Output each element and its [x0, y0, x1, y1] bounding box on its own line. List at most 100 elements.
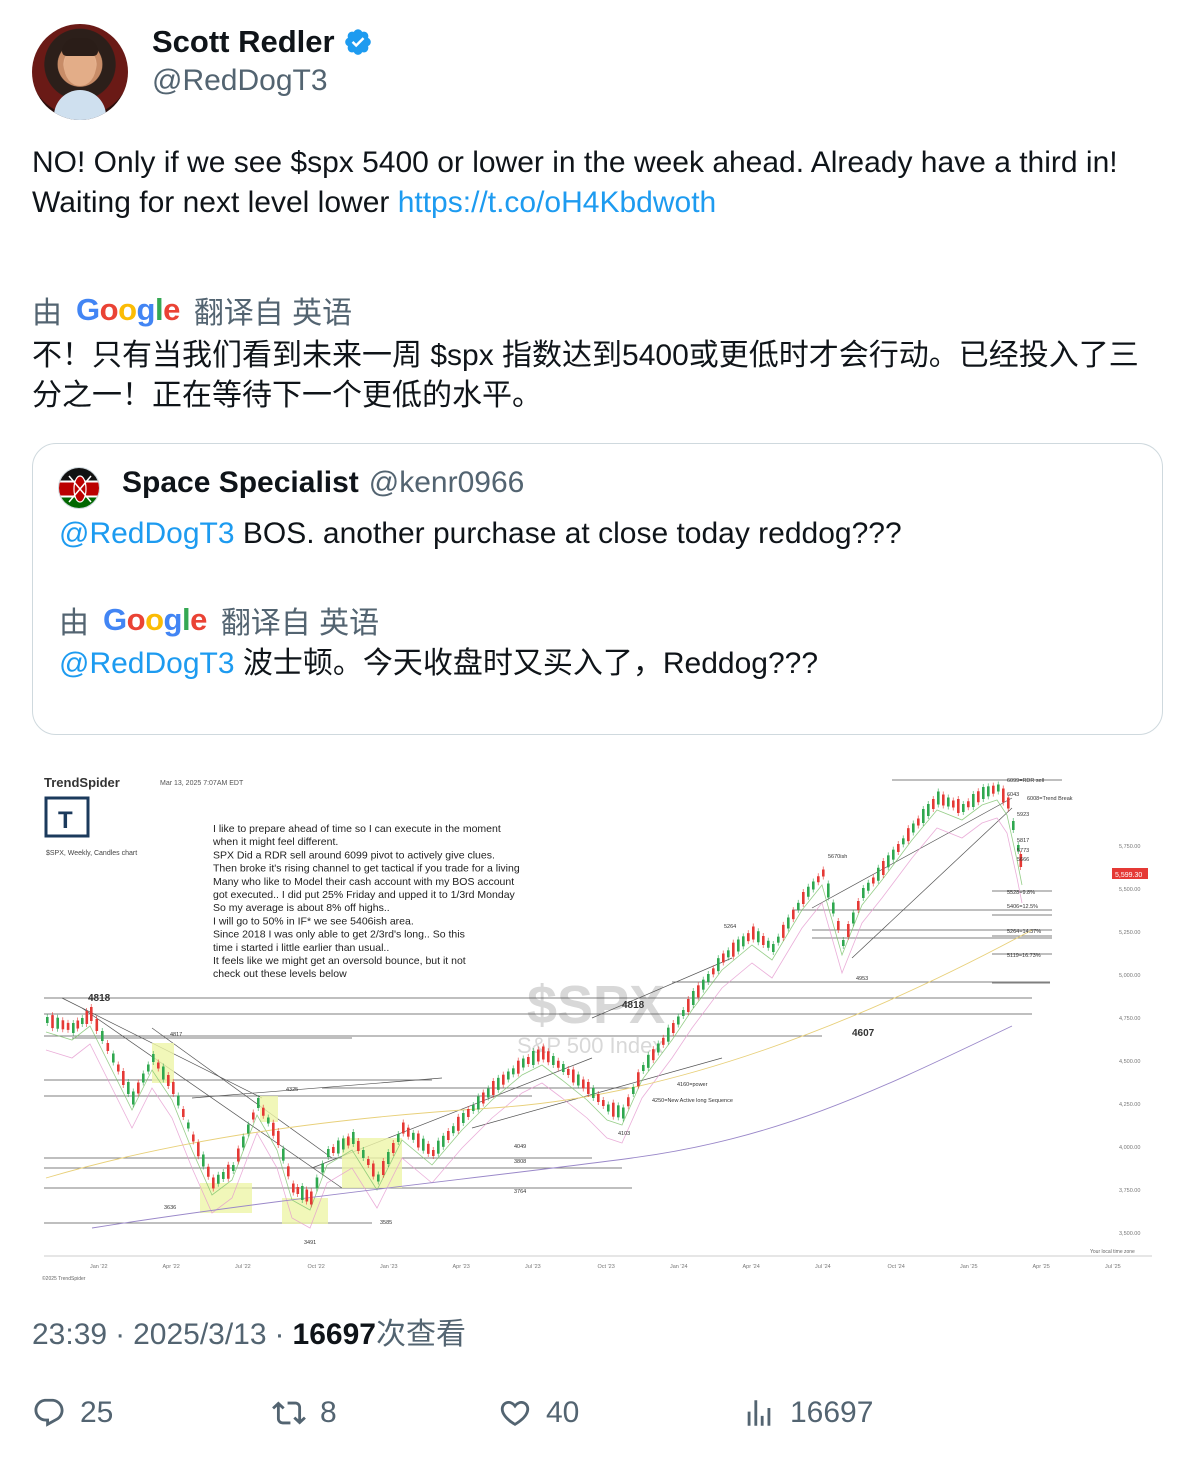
chart-candle — [577, 1074, 580, 1086]
chart-candle — [382, 1161, 385, 1175]
chart-level-label: 3808 — [514, 1159, 526, 1165]
author-avatar[interactable] — [32, 24, 128, 120]
quoted-author-name[interactable]: Space Specialist — [122, 466, 359, 500]
author-handle[interactable]: @RedDogT3 — [152, 64, 328, 98]
quoted-author-row: Space Specialist @kenr0966 — [122, 466, 524, 500]
chart-candle — [707, 974, 710, 982]
chart-level-label: 5666 — [1017, 857, 1029, 863]
chart-x-tick: Oct '24 — [888, 1264, 905, 1270]
chart-level-label: 3491 — [304, 1240, 316, 1246]
chart-candle — [347, 1136, 350, 1146]
chart-candle — [327, 1149, 330, 1157]
chart-candle — [242, 1136, 245, 1148]
chart-candle — [447, 1131, 450, 1140]
quoted-mention-link[interactable]: @RedDogT3 — [59, 517, 235, 550]
tweet-time[interactable]: 23:39 — [32, 1318, 107, 1352]
tweet-media-chart-image[interactable]: TrendSpider Mar 13, 2025 7:07AM EDT T $S… — [32, 758, 1163, 1288]
chart-x-tick: Jan '25 — [960, 1264, 978, 1270]
translate-by-label: 由 — [32, 297, 62, 330]
quoted-author-avatar[interactable] — [58, 467, 100, 509]
chart-candle — [487, 1088, 490, 1098]
chart-candle — [747, 933, 750, 942]
chart-candle — [66, 1022, 70, 1030]
chart-candle — [452, 1126, 455, 1134]
quoted-translated-mention[interactable]: @RedDogT3 — [59, 647, 235, 680]
chart-candle — [337, 1140, 340, 1154]
chart-candle — [321, 1163, 324, 1173]
chart-note-line: check out these levels below — [213, 968, 347, 980]
chart-level-label: 4103 — [618, 1131, 630, 1137]
chart-candle — [72, 1023, 75, 1033]
repost-count: 8 — [320, 1396, 337, 1429]
chart-candle — [46, 1017, 49, 1023]
chart-level-label: 5264=14.37% — [1007, 929, 1041, 935]
tweet-link[interactable]: https://t.co/oH4Kbdwoth — [398, 186, 717, 219]
chart-candle — [997, 784, 1000, 792]
chart-candle — [101, 1031, 104, 1041]
quoted-author-handle[interactable]: @kenr0966 — [369, 466, 525, 500]
chart-candle — [222, 1172, 225, 1179]
chart-candle — [822, 869, 825, 877]
chart-price-tag: 5,599.30 — [1115, 872, 1142, 879]
chart-candle — [667, 1027, 670, 1042]
tweet-views-count: 16697 — [292, 1318, 376, 1351]
chart-candle — [942, 794, 945, 806]
tweet-views-label: 次查看 — [375, 1318, 466, 1351]
chart-highlight-box — [282, 1198, 328, 1224]
tweet-text: NO! Only if we see $spx 5400 or lower in… — [32, 143, 1162, 223]
chart-level-label: 5923 — [1017, 812, 1029, 818]
chart-candle — [622, 1107, 625, 1119]
chart-candle — [202, 1154, 205, 1167]
quoted-translate-by-label: 由 — [59, 607, 89, 640]
author-name[interactable]: Scott Redler — [152, 24, 335, 60]
quoted-text-body: BOS. another purchase at close today red… — [234, 517, 902, 550]
chart-subtitle: $SPX, Weekly, Candles chart — [46, 850, 137, 857]
chart-candle — [592, 1088, 595, 1098]
chart-candle — [402, 1122, 405, 1134]
chart-level-label: 4953 — [856, 976, 868, 982]
chart-candle — [802, 892, 805, 904]
chart-candle — [817, 876, 820, 883]
chart-candle — [962, 804, 965, 812]
chart-candle — [632, 1087, 635, 1094]
chart-candle — [177, 1095, 180, 1106]
chart-candle — [296, 1187, 300, 1194]
quoted-translation-attribution: 由 Google 翻译自 英语 — [59, 598, 379, 642]
chart-candle — [587, 1082, 590, 1094]
chart-candle — [432, 1150, 435, 1156]
quoted-translate-from-label: 翻译自 英语 — [220, 607, 380, 640]
reply-button[interactable]: 25 — [32, 1396, 113, 1430]
chart-level-label: 6008=Trend Break — [1027, 796, 1073, 802]
chart-candle — [512, 1068, 515, 1075]
chart-candle — [617, 1105, 620, 1118]
chart-candle — [167, 1075, 170, 1086]
chart-y-tick: 5,000.00 — [1119, 973, 1140, 979]
chart-candle — [397, 1134, 400, 1142]
chart-level-label: 5528=9.8% — [1007, 890, 1035, 896]
tweet-actions: 25 8 40 16697 — [32, 1396, 1162, 1436]
repost-button[interactable]: 8 — [272, 1396, 337, 1430]
chart-candle — [537, 1049, 540, 1062]
chart-candle — [287, 1166, 290, 1177]
chart-x-tick: Jan '22 — [90, 1264, 108, 1270]
chart-candle — [602, 1100, 605, 1106]
chart-candle — [627, 1097, 630, 1107]
tweet-line-1: NO! Only if we see $spx 5400 or lower in… — [32, 146, 1118, 179]
meta-separator-1: · — [115, 1318, 126, 1351]
tweet-date[interactable]: 2025/3/13 — [133, 1318, 266, 1352]
like-count: 40 — [546, 1396, 580, 1429]
chart-candle — [372, 1163, 375, 1177]
chart-candle — [797, 902, 800, 910]
chart-candle — [922, 809, 925, 823]
chart-candle — [887, 855, 890, 868]
t3-logo-letter: T — [58, 807, 73, 834]
chart-candle — [932, 799, 935, 809]
chart-candle — [81, 1018, 84, 1024]
like-button[interactable]: 40 — [498, 1396, 579, 1430]
tweet-meta: 23:39 · 2025/3/13 · 16697次查看 — [32, 1309, 466, 1353]
chart-candle — [310, 1191, 313, 1205]
views-button[interactable]: 16697 — [742, 1396, 873, 1430]
quoted-tweet[interactable]: Space Specialist @kenr0966 @RedDogT3 BOS… — [32, 443, 1163, 735]
chart-level-label: 4160=power — [677, 1082, 708, 1088]
chart-candle — [497, 1077, 500, 1090]
